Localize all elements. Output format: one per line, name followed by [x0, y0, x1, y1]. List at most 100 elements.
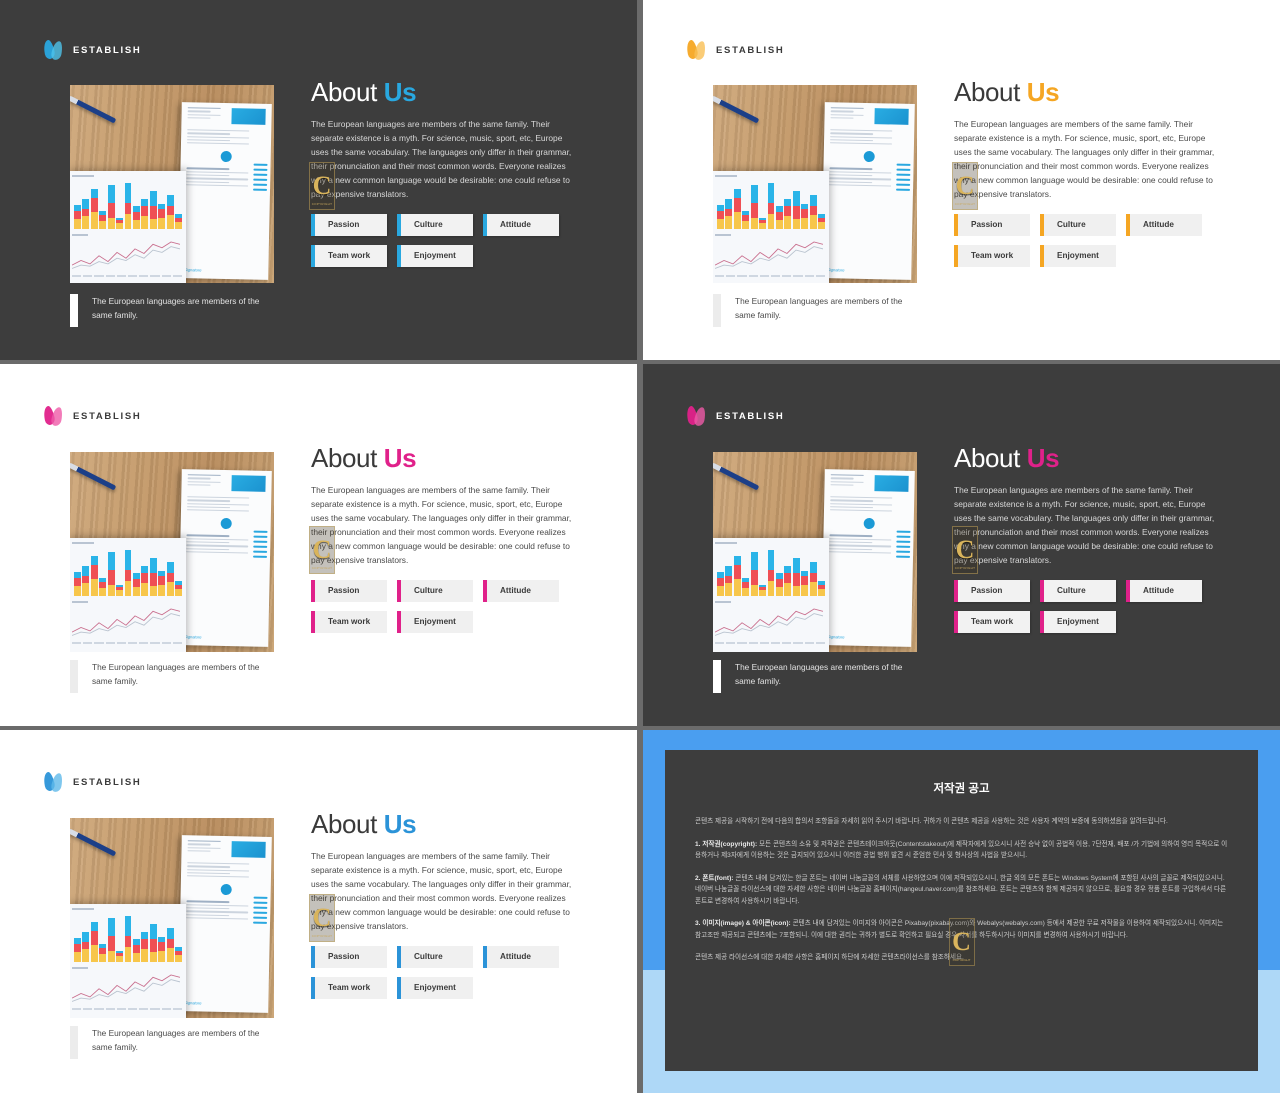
bar-segment-yellow — [124, 947, 132, 962]
bar — [82, 566, 90, 596]
brand-logo[interactable]: ESTABLISH — [42, 39, 141, 61]
pill-team-work[interactable]: Team work — [311, 244, 387, 267]
bar-segment-red — [792, 573, 800, 586]
bar-segment-yellow — [175, 589, 182, 596]
bar-segment-red — [107, 202, 115, 218]
bar-segment-yellow — [90, 944, 98, 962]
pill-passion[interactable]: Passion — [954, 579, 1030, 602]
resume-document: Signature — [178, 835, 272, 1013]
leaf-logo-icon — [42, 405, 64, 427]
slide-5-light-blue[interactable]: ESTABLISH Signature About Us The Europea… — [0, 730, 637, 1093]
pill-passion[interactable]: Passion — [311, 945, 387, 968]
bar — [99, 943, 107, 962]
pill-attitude[interactable]: Attitude — [1126, 213, 1202, 236]
pill-enjoyment[interactable]: Enjoyment — [397, 610, 473, 633]
leaf-logo-icon — [685, 405, 707, 427]
title-plain: About — [311, 443, 384, 473]
bar-segment-blue — [149, 191, 157, 207]
pill-label: Passion — [328, 586, 360, 596]
pill-attitude[interactable]: Attitude — [483, 213, 559, 236]
pill-enjoyment[interactable]: Enjoyment — [1040, 610, 1116, 633]
resume-badge — [231, 841, 266, 858]
pill-culture[interactable]: Culture — [397, 213, 473, 236]
pill-team-work[interactable]: Team work — [311, 976, 387, 999]
pill-label: Attitude — [500, 586, 531, 596]
bar-segment-blue — [82, 932, 90, 943]
bar-segment-blue — [784, 566, 792, 574]
pill-label: Passion — [971, 586, 1003, 596]
photo-caption: The European languages are members of th… — [70, 1026, 272, 1059]
slide-2-light-orange[interactable]: ESTABLISH Signature About Us The Europea… — [643, 0, 1280, 360]
bar — [99, 577, 107, 596]
slide-4-dark-pink[interactable]: ESTABLISH Signature About Us The Europea… — [643, 364, 1280, 726]
bar-segment-red — [733, 197, 741, 212]
pill-culture[interactable]: Culture — [397, 579, 473, 602]
bar-segment-blue — [124, 550, 132, 570]
title-plain: About — [311, 809, 384, 839]
bar-segment-blue — [90, 188, 98, 198]
bar — [759, 217, 767, 229]
brand-logo[interactable]: ESTABLISH — [42, 771, 141, 793]
photo-line-chart — [72, 238, 182, 274]
bar-segment-red — [784, 206, 792, 217]
pill-culture[interactable]: Culture — [1040, 213, 1116, 236]
pill-team-work[interactable]: Team work — [311, 610, 387, 633]
pill-team-work[interactable]: Team work — [954, 610, 1030, 633]
pill-passion[interactable]: Passion — [954, 213, 1030, 236]
pill-accent-tick — [483, 213, 487, 236]
bar-segment-yellow — [132, 952, 140, 962]
brand-logo[interactable]: ESTABLISH — [685, 405, 784, 427]
photo-caption: The European languages are members of th… — [713, 660, 915, 693]
desk-photo: Signature — [713, 85, 917, 283]
photo-bar-chart — [72, 550, 182, 596]
pill-passion[interactable]: Passion — [311, 579, 387, 602]
bar — [158, 203, 166, 229]
desk-photo: Signature — [70, 818, 274, 1018]
bar — [74, 204, 81, 229]
pill-accent-tick — [311, 579, 315, 602]
bar-segment-red — [801, 209, 809, 218]
slide-6-copyright-notice[interactable]: 저작권 공고 콘텐츠 제공을 시작하기 전에 다음의 합의서 조항들을 자세히 … — [643, 730, 1280, 1093]
bar — [792, 558, 800, 596]
page-title: About Us — [954, 77, 1254, 108]
pill-enjoyment[interactable]: Enjoyment — [397, 976, 473, 999]
pill-attitude[interactable]: Attitude — [483, 579, 559, 602]
bar-segment-blue — [149, 558, 157, 574]
photo-bar-chart — [715, 183, 825, 229]
pill-attitude[interactable]: Attitude — [483, 945, 559, 968]
bar-segment-yellow — [82, 949, 90, 962]
pill-enjoyment[interactable]: Enjoyment — [397, 244, 473, 267]
bar-segment-red — [166, 206, 174, 216]
body-paragraph: The European languages are members of th… — [954, 118, 1215, 199]
bar-segment-red — [158, 576, 166, 585]
chart-report-document — [70, 904, 186, 1018]
pill-passion[interactable]: Passion — [311, 213, 387, 236]
person-icon — [863, 518, 875, 530]
chart-report-document — [70, 538, 186, 652]
pill-attitude[interactable]: Attitude — [1126, 579, 1202, 602]
pill-culture[interactable]: Culture — [1040, 579, 1116, 602]
bar-segment-yellow — [818, 222, 825, 229]
bar-segment-yellow — [107, 217, 115, 229]
bar-segment-red — [717, 210, 724, 219]
body-paragraph: The European languages are members of th… — [311, 850, 572, 931]
pill-team-work[interactable]: Team work — [954, 244, 1030, 267]
slide-deck: ESTABLISH Signature About Us The Europea… — [0, 0, 1280, 1093]
bar-segment-yellow — [775, 586, 783, 596]
brand-logo[interactable]: ESTABLISH — [42, 405, 141, 427]
bar — [733, 555, 741, 596]
page-title: About Us — [311, 443, 611, 474]
brand-logo[interactable]: ESTABLISH — [685, 39, 784, 61]
bar-segment-yellow — [809, 215, 817, 229]
bar-segment-yellow — [784, 216, 792, 229]
pill-culture[interactable]: Culture — [397, 945, 473, 968]
bar-segment-red — [767, 202, 775, 215]
pill-enjoyment[interactable]: Enjoyment — [1040, 244, 1116, 267]
slide-1-dark-blue[interactable]: ESTABLISH Signature About Us The Europea… — [0, 0, 637, 360]
slide-3-light-pink[interactable]: ESTABLISH Signature About Us The Europea… — [0, 364, 637, 726]
bar-segment-yellow — [809, 582, 817, 596]
bar — [818, 214, 825, 229]
bar-segment-red — [132, 578, 140, 587]
pill-accent-tick — [1040, 244, 1044, 267]
pill-label: Enjoyment — [414, 617, 456, 627]
